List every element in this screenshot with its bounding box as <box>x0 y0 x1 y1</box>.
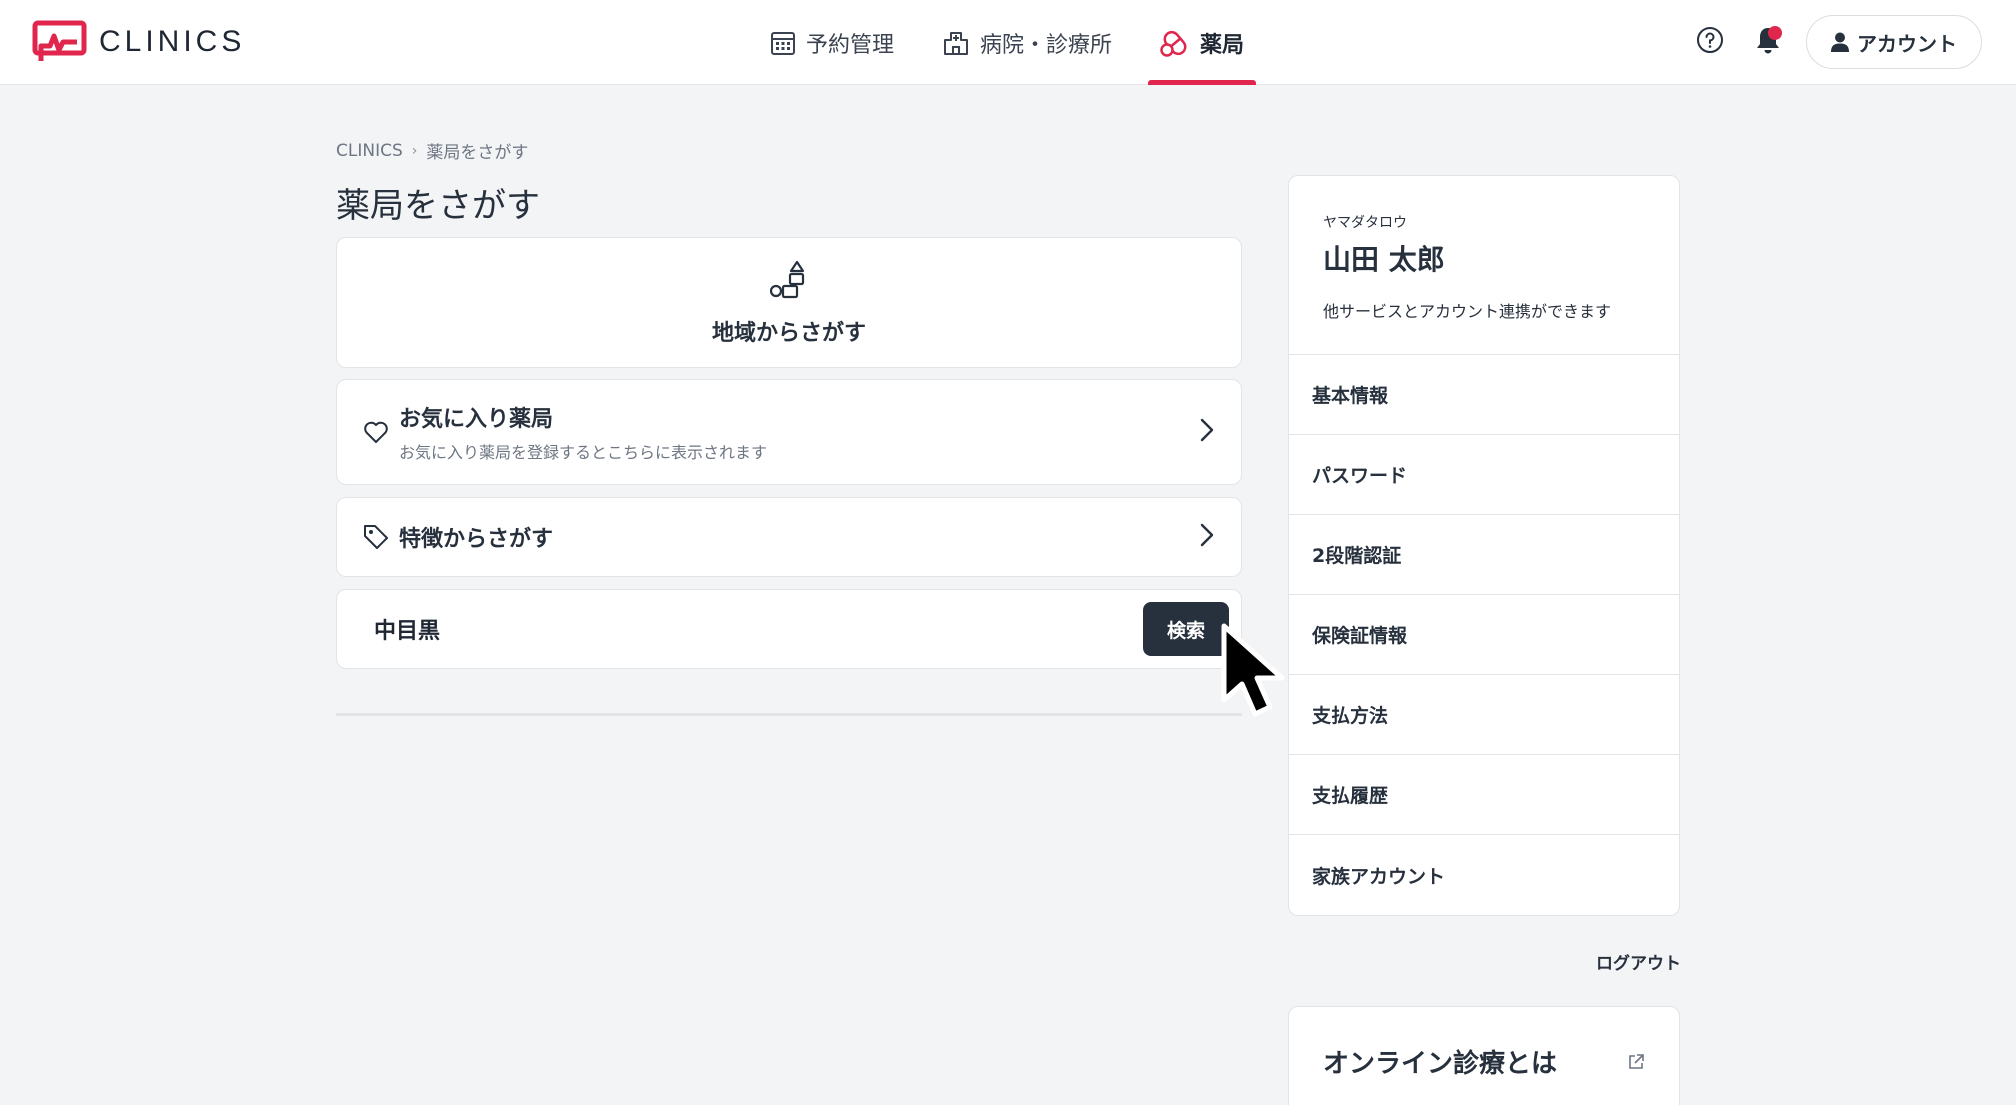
account-side-panel: ヤマダタロウ 山田 太郎 他サービスとアカウント連携ができます 基本情報 パスワ… <box>1288 175 1680 916</box>
page-title: 薬局をさがす <box>336 186 540 226</box>
chevron-right-icon <box>1199 522 1215 552</box>
clinics-logo-icon <box>32 20 87 64</box>
calendar-icon <box>770 30 796 56</box>
user-name-kana: ヤマダタロウ <box>1323 215 1407 231</box>
menu-item-password[interactable]: パスワード <box>1289 435 1679 515</box>
search-button[interactable]: 検索 <box>1143 602 1229 656</box>
account-label: アカウント <box>1857 31 1957 56</box>
logout-link[interactable]: ログアウト <box>1596 949 1681 974</box>
favorites-subtitle: お気に入り薬局を登録するとこちらに表示されます <box>399 443 768 462</box>
chevron-right-icon: › <box>411 142 418 159</box>
features-card[interactable]: 特徴からさがす <box>336 497 1242 577</box>
menu-item-two-factor[interactable]: 2段階認証 <box>1289 515 1679 595</box>
logo-text: CLINICS <box>99 25 246 58</box>
clinics-logo[interactable]: CLINICS <box>32 20 245 64</box>
region-search-label: 地域からさがす <box>711 320 866 346</box>
account-link-info: 他サービスとアカウント連携ができます <box>1323 302 1612 321</box>
menu-item-payment-history[interactable]: 支払履歴 <box>1289 755 1679 835</box>
top-header: CLINICS 予約管理 病院・診療所 薬局 アカウント <box>0 0 2016 85</box>
mouse-cursor-icon <box>1218 622 1298 738</box>
question-circle-icon <box>1696 26 1724 58</box>
breadcrumb: CLINICS › 薬局をさがす <box>336 138 529 164</box>
nav-item-hospitals[interactable]: 病院・診療所 <box>940 0 1114 85</box>
favorites-title: お気に入り薬局 <box>399 407 554 432</box>
pill-icon <box>1160 29 1190 57</box>
hospital-icon <box>942 30 970 56</box>
keyword-search-card: 検索 <box>336 589 1242 669</box>
breadcrumb-current: 薬局をさがす <box>426 143 529 163</box>
chevron-right-icon <box>1199 417 1215 447</box>
nav-item-pharmacy[interactable]: 薬局 <box>1148 0 1257 85</box>
account-button[interactable]: アカウント <box>1806 15 1982 69</box>
notification-badge <box>1768 26 1782 40</box>
menu-item-insurance[interactable]: 保険証情報 <box>1289 595 1679 675</box>
nav-label: 薬局 <box>1200 32 1245 58</box>
user-name: 山田 太郎 <box>1323 243 1445 276</box>
menu-item-basic-info[interactable]: 基本情報 <box>1289 355 1679 435</box>
features-title: 特徴からさがす <box>399 527 554 552</box>
search-input[interactable] <box>374 616 1143 642</box>
favorites-text: お気に入り薬局 お気に入り薬局を登録するとこちらに表示されます <box>399 401 1199 463</box>
breadcrumb-home[interactable]: CLINICS <box>336 141 403 161</box>
region-search-card[interactable]: 地域からさがす <box>336 237 1242 368</box>
profile-section: ヤマダタロウ 山田 太郎 他サービスとアカウント連携ができます <box>1289 176 1679 355</box>
notifications-button[interactable] <box>1748 22 1788 62</box>
header-actions: アカウント <box>1690 15 1982 69</box>
nav-label: 予約管理 <box>806 32 895 58</box>
menu-item-family-account[interactable]: 家族アカウント <box>1289 835 1679 915</box>
map-blocks-icon <box>767 259 811 305</box>
features-text: 特徴からさがす <box>399 521 1199 553</box>
nav-item-reservations[interactable]: 予約管理 <box>768 0 896 85</box>
menu-item-payment-method[interactable]: 支払方法 <box>1289 675 1679 755</box>
online-consultation-card[interactable]: オンライン診療とは <box>1288 1006 1680 1105</box>
section-divider <box>336 713 1242 716</box>
external-link-icon <box>1627 1043 1645 1105</box>
favorites-card[interactable]: お気に入り薬局 お気に入り薬局を登録するとこちらに表示されます <box>336 379 1242 485</box>
nav-label: 病院・診療所 <box>980 32 1113 58</box>
tag-icon <box>361 523 391 551</box>
online-card-title: オンライン診療とは <box>1323 1049 1558 1079</box>
heart-icon <box>361 420 391 444</box>
help-button[interactable] <box>1690 22 1730 62</box>
main-nav: 予約管理 病院・診療所 薬局 <box>768 0 1290 85</box>
user-icon <box>1831 32 1849 52</box>
